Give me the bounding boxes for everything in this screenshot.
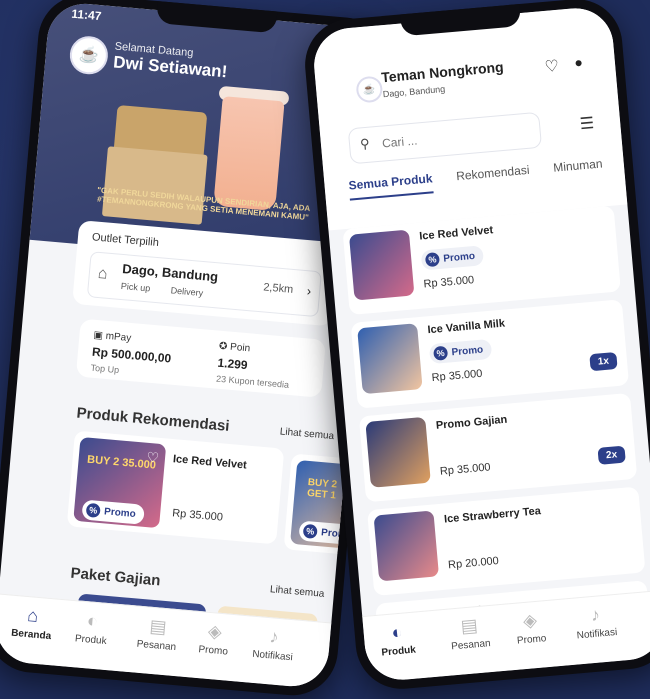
- poin-section[interactable]: ✪ Poin 1.299 23 Kupon tersedia: [216, 341, 293, 390]
- store-icon: ⌂: [97, 264, 109, 283]
- milk-tea-cup-image: [213, 96, 285, 212]
- promo-icon: %: [302, 523, 318, 539]
- tab-label: Promo: [516, 633, 547, 647]
- outlet-selector[interactable]: ⌂ Dago, Bandung Pick up Delivery 2,5km ›: [86, 251, 322, 318]
- phone-products: ☕ Teman Nongkrong Dago, Bandung ♡ ● ⚲ ☰ …: [301, 0, 650, 693]
- kupon-text: 23 Kupon tersedia: [215, 373, 290, 390]
- tab-pesanan[interactable]: ▤ Pesanan: [449, 614, 491, 652]
- tab-promo[interactable]: ◈ Promo: [514, 609, 547, 647]
- store-location: Dago, Bandung: [382, 83, 446, 100]
- store-title: Teman Nongkrong: [380, 58, 505, 86]
- tab-label: Produk: [381, 644, 417, 659]
- tab-label: Notifikasi: [251, 648, 294, 664]
- products-screen: ☕ Teman Nongkrong Dago, Bandung ♡ ● ⚲ ☰ …: [311, 5, 650, 683]
- tab-promo[interactable]: ◈ Promo: [198, 620, 230, 658]
- rekomendasi-see-all-link[interactable]: Lihat semua: [279, 426, 334, 442]
- product-name: Promo Gajian: [435, 413, 508, 432]
- rekomendasi-title: Produk Rekomendasi: [75, 404, 231, 435]
- promo-badge: % Promo: [420, 245, 484, 271]
- quantity-badge: 1x: [589, 351, 618, 372]
- status-time: 11:47: [70, 6, 102, 24]
- bag-icon: ◐: [86, 610, 99, 632]
- outlet-name: Dago, Bandung: [121, 261, 219, 285]
- delivery-label: Delivery: [170, 285, 204, 299]
- tag-icon: ◈: [207, 620, 223, 642]
- poin-value: 1.299: [216, 355, 249, 373]
- profile-icon[interactable]: ●: [574, 54, 584, 71]
- quantity-badge: 2x: [597, 445, 626, 465]
- tab-produk[interactable]: ◐ Produk: [74, 609, 109, 647]
- thumb-text: BUY 2 GET 1: [306, 476, 338, 502]
- chevron-right-icon: ›: [306, 283, 312, 299]
- tab-produk[interactable]: ◐ Produk: [379, 621, 416, 659]
- search-input[interactable]: [379, 122, 535, 152]
- pickup-label: Pick up: [120, 280, 151, 294]
- product-thumbnail: [365, 416, 431, 488]
- product-price: Rp 20.000: [447, 555, 500, 572]
- product-price: Rp 35.000: [171, 507, 224, 524]
- bell-icon: ♪: [268, 626, 280, 647]
- receipt-icon: ▤: [459, 615, 479, 637]
- product-name: Ice Strawberry Tea: [443, 505, 542, 526]
- tag-icon: ◈: [522, 609, 538, 632]
- product-row[interactable]: Ice Strawberry Tea Rp 20.000: [367, 486, 646, 596]
- poin-label: Poin: [229, 341, 251, 355]
- promo-label: Promo: [103, 505, 137, 520]
- mpay-balance: Rp 500.000,00: [91, 344, 172, 366]
- search-bar[interactable]: ⚲: [347, 111, 543, 165]
- product-name: Ice Red Velvet: [418, 224, 494, 243]
- product-name: Ice Vanilla Milk: [427, 317, 506, 337]
- outlet-title: Outlet Terpilih: [91, 231, 160, 250]
- tab-notifikasi[interactable]: ♪ Notifikasi: [252, 625, 295, 663]
- bag-icon: ◐: [390, 621, 404, 643]
- topup-link[interactable]: Top Up: [90, 363, 170, 380]
- tab-label: Beranda: [10, 627, 52, 643]
- product-name: Ice Red Velvet: [172, 453, 248, 472]
- tab-label: Promo: [198, 644, 229, 658]
- promo-label: Promo: [451, 344, 484, 358]
- tab-rekomendasi[interactable]: Rekomendasi: [456, 163, 531, 191]
- mpay-section[interactable]: ▣ mPay Rp 500.000,00 Top Up: [90, 330, 173, 380]
- favorite-heart-icon[interactable]: ♡: [146, 449, 160, 467]
- tab-label: Produk: [74, 633, 108, 648]
- tab-label: Notifikasi: [576, 626, 618, 642]
- product-row[interactable]: Promo Gajian Rp 35.000 2x: [358, 392, 638, 503]
- bell-icon: ♪: [589, 604, 601, 626]
- category-tabs: Semua Produk Rekomendasi Minuman: [348, 155, 625, 201]
- outlet-distance: 2,5km: [262, 281, 294, 296]
- wallet-card: ▣ mPay Rp 500.000,00 Top Up ✪ Poin 1.299…: [75, 318, 326, 398]
- tab-pesanan[interactable]: ▤ Pesanan: [136, 615, 178, 653]
- promo-icon: %: [85, 502, 101, 518]
- tab-label: Pesanan: [450, 638, 492, 653]
- promo-icon: %: [433, 345, 449, 361]
- promo-icon: %: [424, 252, 441, 268]
- toast-box-image: [101, 146, 208, 225]
- products-header: ☕ Teman Nongkrong Dago, Bandung ♡ ● ⚲ ☰ …: [311, 5, 628, 231]
- tab-minuman[interactable]: Minuman: [553, 156, 604, 182]
- paket-gajian-title: Paket Gajian: [69, 564, 162, 590]
- heart-icon[interactable]: ♡: [544, 56, 560, 77]
- product-price: Rp 35.000: [439, 461, 492, 478]
- tab-label: Pesanan: [136, 638, 177, 654]
- product-row[interactable]: Ice Vanilla Milk % Promo Rp 35.000 1x: [350, 299, 630, 409]
- tab-semua-produk[interactable]: Semua Produk: [348, 171, 434, 201]
- home-icon: ⌂: [26, 605, 40, 626]
- product-price: Rp 35.000: [423, 274, 475, 291]
- product-price: Rp 35.000: [431, 367, 483, 385]
- promo-label: Promo: [442, 250, 476, 265]
- paket-see-all-link[interactable]: Lihat semua: [270, 584, 325, 600]
- mpay-label: mPay: [105, 330, 132, 344]
- search-icon: ⚲: [359, 135, 371, 152]
- list-view-icon[interactable]: ☰: [579, 113, 595, 134]
- product-card-red-velvet[interactable]: BUY 2 35.000 ♡ % Promo Ice Red Velvet Rp …: [66, 430, 285, 545]
- tab-notifikasi[interactable]: ♪ Notifikasi: [574, 603, 617, 641]
- product-thumbnail: [348, 229, 415, 301]
- product-thumbnail: [373, 510, 440, 582]
- tab-beranda[interactable]: ⌂ Beranda: [11, 604, 54, 642]
- product-thumbnail: [357, 323, 423, 395]
- receipt-icon: ▤: [148, 615, 168, 638]
- promo-badge: % Promo: [428, 338, 492, 365]
- brand-logo-icon: ☕: [355, 75, 384, 104]
